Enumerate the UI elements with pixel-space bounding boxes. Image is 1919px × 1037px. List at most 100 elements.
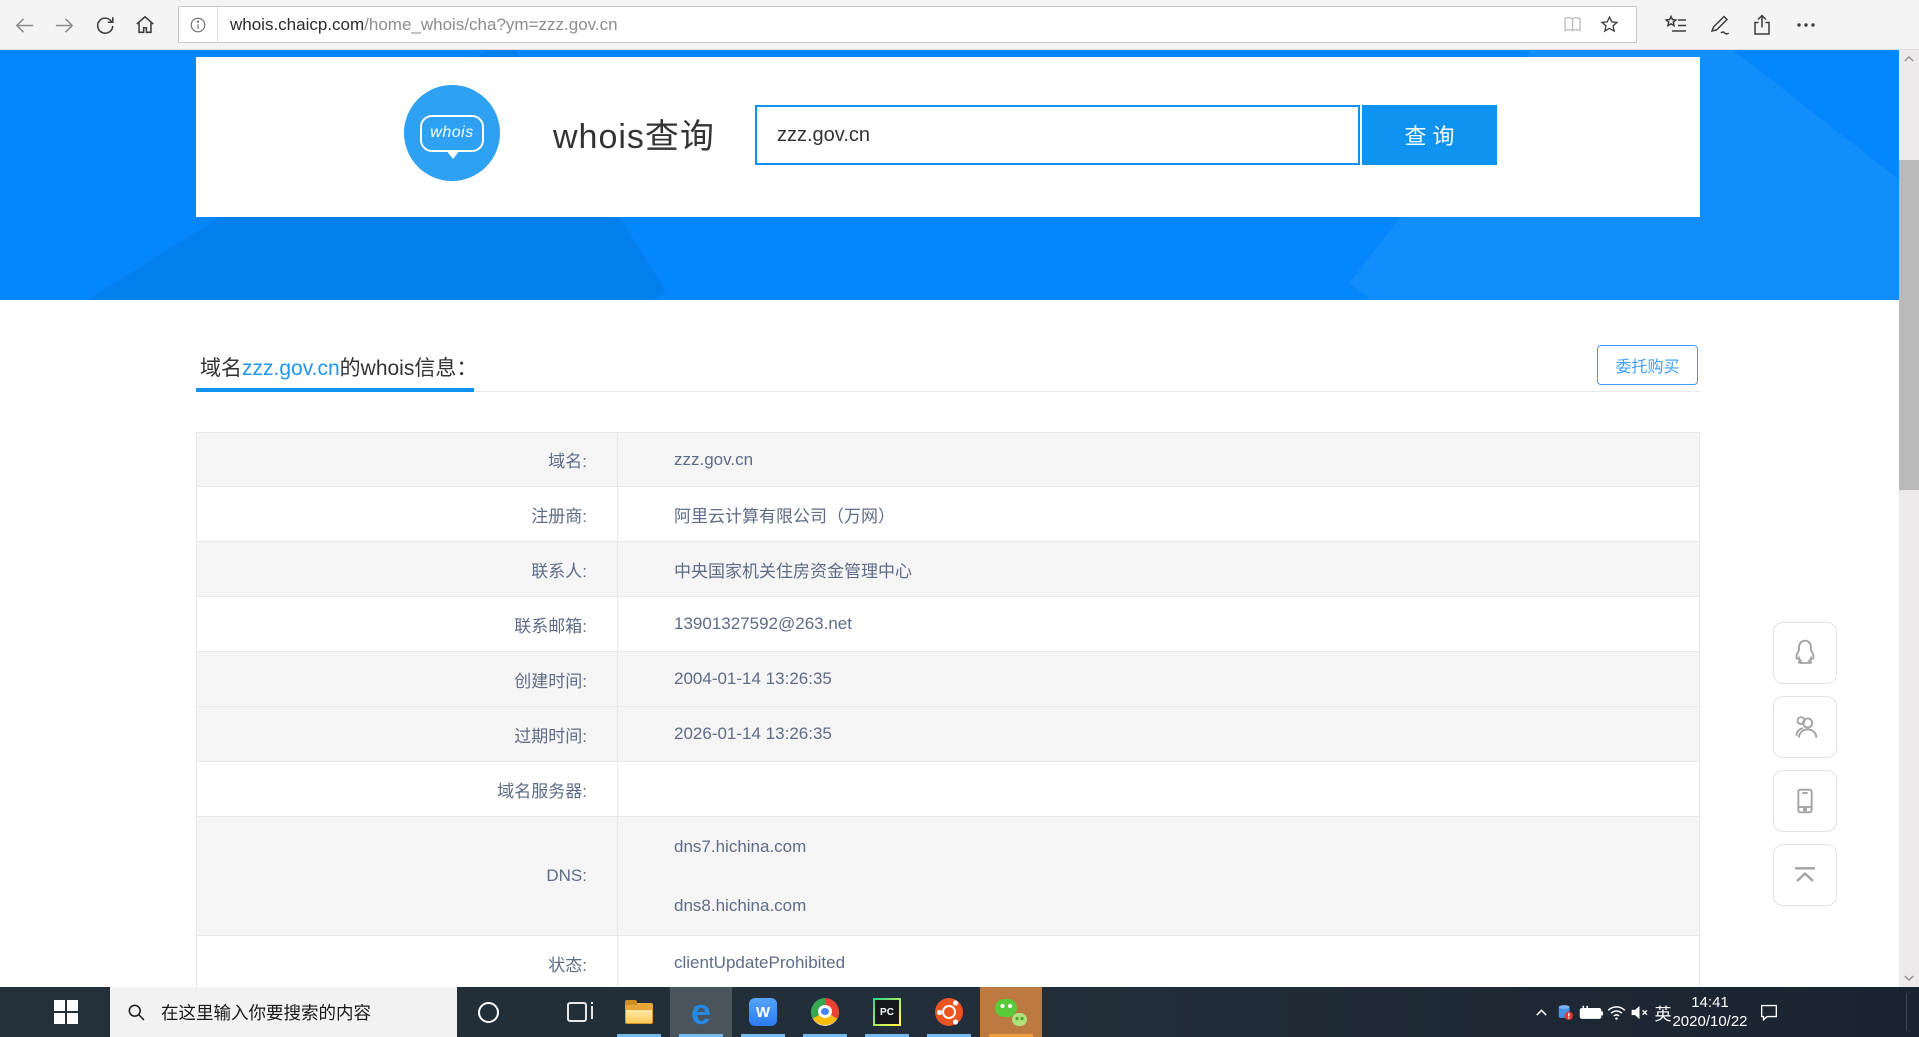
row-value-line: 2026-01-14 13:26:35 <box>674 724 832 743</box>
search-icon <box>126 1002 147 1023</box>
table-row: 状态: clientUpdateProhibited <box>197 935 1699 987</box>
refresh-icon[interactable] <box>91 12 119 38</box>
mobile-icon <box>1797 788 1813 814</box>
row-value-line: clientUpdateProhibited <box>674 953 846 972</box>
row-label: 注册商: <box>197 487 618 541</box>
taskbar-clock[interactable]: 14:41 2020/10/22 <box>1672 987 1748 1037</box>
taskbar-app-pycharm[interactable] <box>856 987 918 1037</box>
start-button[interactable] <box>0 987 110 1037</box>
volume-muted-icon[interactable] <box>1626 987 1652 1037</box>
heading-suffix: 的whois信息： <box>339 357 478 380</box>
row-value: 13901327592@263.net <box>618 597 1699 651</box>
url-host: whois.chaicp.com <box>230 14 365 34</box>
wps-icon <box>749 998 777 1026</box>
group-icon <box>1795 716 1818 738</box>
taskbar-app-ubuntu[interactable] <box>918 987 980 1037</box>
row-value: clientUpdateProhibited <box>618 936 1699 987</box>
row-value-line: 13901327592@263.net <box>674 614 852 633</box>
table-row: 联系邮箱: 13901327592@263.net <box>197 596 1699 651</box>
home-icon[interactable] <box>131 12 159 38</box>
cortana-button[interactable] <box>457 987 519 1037</box>
settings-more-icon[interactable] <box>1792 12 1820 38</box>
search-button[interactable]: 查 询 <box>1362 105 1497 165</box>
search-card: whois whois查询 查 询 <box>196 57 1700 217</box>
row-value-line: dns8.hichina.com <box>674 895 807 915</box>
heading-domain-link[interactable]: zzz.gov.cn <box>242 357 340 380</box>
back-to-top-button[interactable] <box>1773 844 1837 906</box>
row-label: 状态: <box>197 936 618 987</box>
clock-time: 14:41 <box>1691 994 1729 1011</box>
taskbar-search-box[interactable]: 在这里输入你要搜索的内容 <box>110 987 457 1037</box>
page-title: whois查询 <box>553 118 715 156</box>
url-path: /home_whois/cha?ym=zzz.gov.cn <box>364 14 618 34</box>
row-label: 过期时间: <box>197 707 618 761</box>
ubuntu-icon <box>935 998 963 1026</box>
taskbar-app-wps[interactable] <box>732 987 794 1037</box>
back-icon[interactable] <box>10 12 38 38</box>
desktop-screen: whois.chaicp.com/home_whois/cha?ym=zzz.g… <box>0 0 1919 1037</box>
wechat-icon <box>995 998 1027 1026</box>
scroll-down-icon[interactable] <box>1899 969 1919 987</box>
row-value-line: 中央国家机关住房资金管理中心 <box>674 561 912 581</box>
table-row: 创建时间: 2004-01-14 13:26:35 <box>197 651 1699 706</box>
hub-icon[interactable] <box>1662 12 1690 38</box>
table-row: 过期时间: 2026-01-14 13:26:35 <box>197 706 1699 761</box>
windows-logo-icon <box>54 1000 78 1024</box>
row-value: 2004-01-14 13:26:35 <box>618 652 1699 706</box>
table-row: 域名服务器: <box>197 761 1699 816</box>
favorite-star-icon[interactable] <box>1599 14 1620 35</box>
row-value-line: 2004-01-14 13:26:35 <box>674 669 832 688</box>
whois-logo: whois <box>404 85 500 181</box>
row-value-line: dns7.hichina.com <box>674 836 807 856</box>
ink-notes-icon[interactable] <box>1706 12 1734 38</box>
taskbar-app-chrome[interactable] <box>794 987 856 1037</box>
row-label: 联系人: <box>197 542 618 596</box>
row-value-line: 阿里云计算有限公司（万网） <box>674 506 895 526</box>
hidden-icons-chevron[interactable] <box>1529 987 1553 1037</box>
group-contact-button[interactable] <box>1773 696 1837 758</box>
table-row: 注册商: 阿里云计算有限公司（万网） <box>197 486 1699 541</box>
entrust-buy-button[interactable]: 委托购买 <box>1597 345 1698 385</box>
address-bar[interactable]: whois.chaicp.com/home_whois/cha?ym=zzz.g… <box>178 6 1637 43</box>
row-value: dns7.hichina.com dns8.hichina.com <box>618 817 1699 935</box>
show-desktop-separator[interactable] <box>1906 993 1907 1031</box>
row-value: 阿里云计算有限公司（万网） <box>618 487 1699 541</box>
action-center-button[interactable] <box>1754 987 1784 1037</box>
row-label: 创建时间: <box>197 652 618 706</box>
page-scrollbar[interactable] <box>1899 50 1919 987</box>
domain-search-input[interactable] <box>755 105 1360 165</box>
browser-toolbar: whois.chaicp.com/home_whois/cha?ym=zzz.g… <box>0 0 1919 50</box>
row-value: zzz.gov.cn <box>618 433 1699 486</box>
result-heading: 域名zzz.gov.cn的whois信息： <box>200 352 477 382</box>
action-center-icon <box>1760 1004 1778 1022</box>
clock-date: 2020/10/22 <box>1672 1013 1748 1030</box>
back-to-top-icon <box>1795 867 1815 882</box>
scroll-up-icon[interactable] <box>1899 50 1919 68</box>
file-explorer-icon <box>625 999 653 1024</box>
cloud-sync-icon[interactable] <box>1553 987 1577 1037</box>
taskbar-app-edge[interactable]: e <box>670 987 732 1037</box>
browser-viewport: whois whois查询 查 询 域名zzz.gov.cn的whois信息： … <box>0 50 1899 987</box>
taskbar-app-file-explorer[interactable] <box>608 987 670 1037</box>
qq-icon <box>1795 639 1815 664</box>
page-info-icon[interactable] <box>189 16 207 34</box>
scrollbar-thumb[interactable] <box>1899 160 1919 490</box>
table-row: DNS: dns7.hichina.com dns8.hichina.com <box>197 816 1699 935</box>
row-label: 联系邮箱: <box>197 597 618 651</box>
row-label: 域名服务器: <box>197 762 618 816</box>
share-icon[interactable] <box>1748 12 1776 38</box>
taskbar-app-wechat[interactable] <box>980 987 1042 1037</box>
battery-icon[interactable] <box>1577 987 1605 1037</box>
row-value <box>618 762 1699 816</box>
reading-view-icon[interactable] <box>1562 14 1583 35</box>
edge-icon: e <box>690 991 712 1032</box>
qq-contact-button[interactable] <box>1773 622 1837 684</box>
url-text: whois.chaicp.com/home_whois/cha?ym=zzz.g… <box>230 15 618 35</box>
taskbar-app-task-view[interactable] <box>546 987 608 1037</box>
mobile-version-button[interactable] <box>1773 770 1837 832</box>
forward-icon[interactable] <box>50 12 78 38</box>
windows-taskbar: 在这里输入你要搜索的内容 e 英 14:41 2020/10/22 <box>0 987 1919 1037</box>
table-row: 联系人: 中央国家机关住房资金管理中心 <box>197 541 1699 596</box>
row-label: DNS: <box>197 817 618 935</box>
whois-logo-bubble: whois <box>420 114 484 159</box>
